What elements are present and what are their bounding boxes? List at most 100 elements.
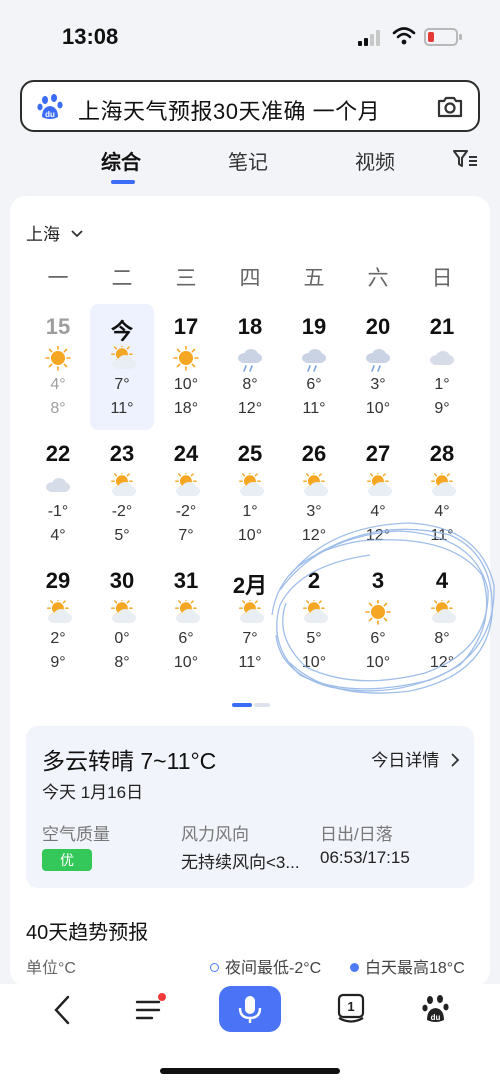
legend-night-low: 夜间最低-2°C	[210, 954, 321, 978]
calendar-day[interactable]: 29 2° 9°	[26, 558, 90, 684]
filter-icon[interactable]	[452, 148, 478, 170]
air-quality-badge: 优	[42, 849, 92, 871]
legend-day-high: 白天最高18°C	[350, 954, 465, 978]
city-selector[interactable]: 上海	[26, 220, 83, 245]
calendar-day[interactable]: 24 -2° 7°	[154, 431, 218, 557]
day-number: 19	[301, 314, 327, 339]
calendar-day-today[interactable]: 今 7° 11°	[90, 304, 154, 430]
today-detail-label: 今日详情	[371, 751, 440, 770]
sun-icon	[365, 600, 391, 625]
battery-icon	[424, 28, 462, 46]
temp-value: 3°	[306, 503, 322, 520]
temp-value: 6°	[370, 630, 386, 647]
baidu-home-icon[interactable]: du	[421, 992, 451, 1026]
temp-value: 4°	[434, 503, 450, 520]
calendar-day[interactable]: 2月 7° 11°	[218, 558, 282, 684]
calendar-day[interactable]: 21 1° 9°	[410, 304, 474, 430]
temp-value: 11°	[238, 654, 262, 671]
day-number: 15	[45, 314, 71, 339]
home-indicator	[160, 1068, 340, 1074]
today-detail-link[interactable]: 今日详情	[371, 746, 460, 771]
wind-label: 风力风向	[181, 825, 249, 844]
temp-value: 5°	[114, 527, 130, 544]
tab-count-icon[interactable]: 1	[336, 992, 366, 1026]
day-number: 22	[45, 441, 71, 466]
calendar-day[interactable]: 27 4° 12°	[346, 431, 410, 557]
microphone-icon	[238, 996, 262, 1023]
today-summary[interactable]: 多云转晴 7~11°C 今日详情 今天 1月16日 空气质量 优 风力风向 无持…	[26, 726, 474, 888]
calendar-day[interactable]: 18 8° 12°	[218, 304, 282, 430]
tab-comprehensive[interactable]: 综合	[101, 146, 141, 175]
calendar-day[interactable]: 4 8° 12°	[410, 558, 474, 684]
tab-notes[interactable]: 笔记	[228, 146, 268, 175]
calendar-day[interactable]: 2 5° 10°	[282, 558, 346, 684]
search-bar[interactable]: du 上海天气预报30天准确 一个月	[20, 80, 480, 132]
svg-text:du: du	[431, 1013, 441, 1022]
day-number: 18	[237, 314, 263, 339]
temp-value: 11°	[110, 400, 134, 417]
day-number: 21	[429, 314, 455, 339]
day-number: 2	[307, 568, 321, 593]
calendar-day[interactable]: 20 3° 10°	[346, 304, 410, 430]
partly-cloudy-icon	[175, 473, 200, 496]
day-number: 3	[371, 568, 385, 593]
summary-title: 多云转晴 7~11°C	[42, 748, 217, 774]
calendar-day[interactable]: 19 6° 11°	[282, 304, 346, 430]
temp-value: -2°	[111, 503, 133, 520]
calendar-day[interactable]: 30 0° 8°	[90, 558, 154, 684]
menu-icon[interactable]	[134, 992, 168, 1026]
calendar-day[interactable]: 31 6° 10°	[154, 558, 218, 684]
temp-value: 12°	[429, 654, 455, 671]
calendar-day[interactable]: 17 10° 18°	[154, 304, 218, 430]
day-number: 30	[109, 568, 135, 593]
calendar-day[interactable]: 22 -1° 4°	[26, 431, 90, 557]
air-quality-label: 空气质量	[42, 825, 110, 844]
calendar-day[interactable]: 26 3° 12°	[282, 431, 346, 557]
partly-cloudy-icon	[303, 473, 328, 496]
sun-icon	[173, 346, 199, 371]
tab-video[interactable]: 视频	[355, 146, 395, 175]
rain-icon	[238, 349, 262, 372]
temp-value: 5°	[306, 630, 322, 647]
weather-card: 上海 一 二 三 四 五 六 日 15 4° 8° 今 7° 11° 17 10° 18° 18 8…	[10, 196, 490, 986]
cloud-icon	[430, 351, 454, 365]
temp-value: 12°	[301, 527, 327, 544]
day-number: 27	[365, 441, 391, 466]
weekday-label: 一	[47, 267, 69, 290]
city-name: 上海	[26, 225, 60, 244]
camera-icon[interactable]	[436, 94, 464, 120]
weekday-label: 三	[175, 267, 197, 290]
temp-value: 0°	[114, 630, 130, 647]
calendar-day[interactable]: 23 -2° 5°	[90, 431, 154, 557]
voice-search-button[interactable]	[219, 986, 281, 1032]
trend-title: 40天趋势预报	[26, 922, 149, 944]
status-time: 13:08	[62, 24, 119, 49]
calendar-day[interactable]: 15 4° 8°	[26, 304, 90, 430]
summary-date: 今天 1月16日	[42, 783, 144, 802]
calendar-day[interactable]: 3 6° 10°	[346, 558, 410, 684]
temp-value: 10°	[365, 400, 391, 417]
sun-times-value: 06:53/17:15	[320, 848, 410, 867]
legend-day-high-text: 白天最高18°C	[365, 960, 465, 977]
day-number: 29	[45, 568, 71, 593]
calendar-day[interactable]: 28 4° 11°	[410, 431, 474, 557]
result-tabs: 综合 笔记 视频	[0, 146, 500, 190]
temp-value: 8°	[434, 630, 450, 647]
partly-cloudy-icon	[239, 600, 264, 623]
ring-marker-icon	[210, 963, 219, 972]
partly-cloudy-icon	[431, 600, 456, 623]
partly-cloudy-icon	[111, 473, 136, 496]
calendar-day[interactable]: 25 1° 10°	[218, 431, 282, 557]
back-arrow-icon[interactable]	[50, 994, 74, 1026]
temp-value: 8°	[242, 376, 258, 393]
day-number: 25	[237, 441, 263, 466]
temp-value: 10°	[237, 527, 263, 544]
temp-value: 4°	[50, 376, 66, 393]
temp-value: 10°	[365, 654, 391, 671]
day-number: 28	[429, 441, 455, 466]
partly-cloudy-icon	[111, 600, 136, 623]
temp-value: 8°	[50, 400, 66, 417]
cloud-icon	[46, 478, 70, 492]
temp-value: 1°	[242, 503, 258, 520]
search-query[interactable]: 上海天气预报30天准确 一个月	[78, 94, 380, 126]
